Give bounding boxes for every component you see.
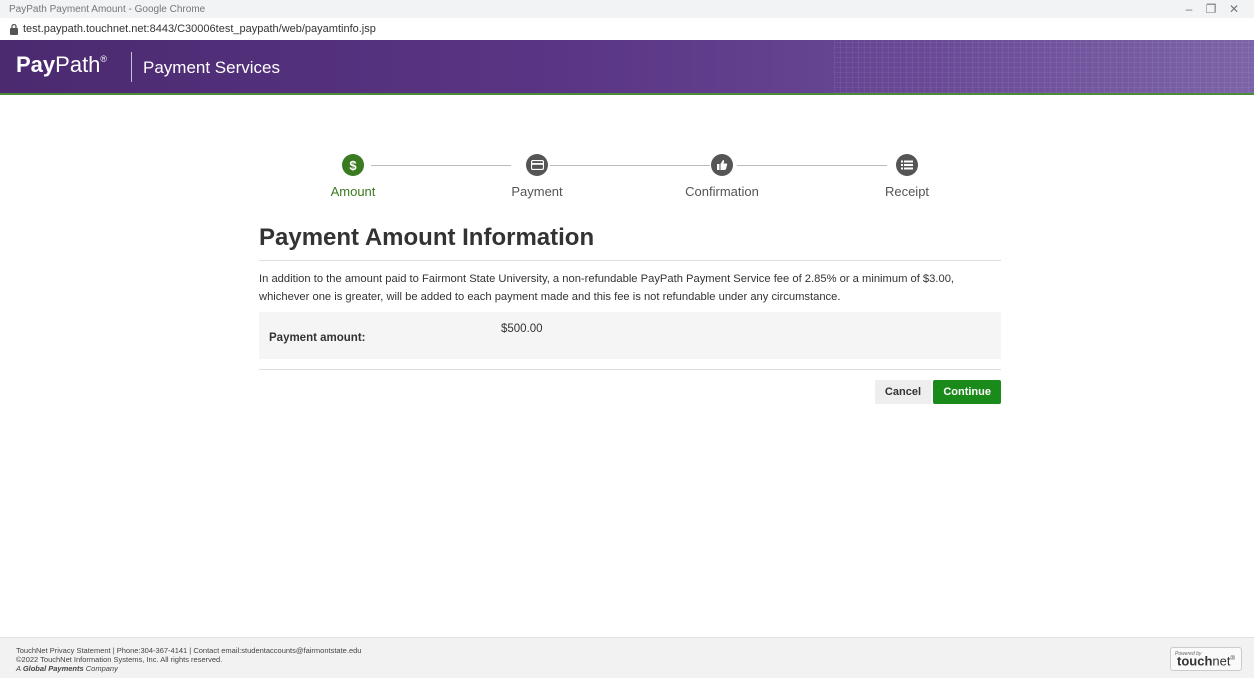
step-amount: $ Amount: [293, 154, 413, 199]
header-pattern: [834, 40, 1254, 93]
browser-titlebar: PayPath Payment Amount - Google Chrome –…: [0, 0, 1254, 18]
minimize-icon[interactable]: –: [1181, 2, 1197, 16]
step-confirmation: Confirmation: [662, 154, 782, 199]
logo-touchnet: touchnet®: [1177, 653, 1235, 669]
payment-amount-value: $500.00: [501, 323, 543, 335]
step-label: Receipt: [884, 184, 930, 199]
company-name: Global Payments: [22, 664, 84, 673]
step-receipt: Receipt: [847, 154, 967, 199]
footer-contact-line[interactable]: TouchNet Privacy Statement | Phone:304-3…: [16, 646, 361, 655]
footer-text: TouchNet Privacy Statement | Phone:304-3…: [16, 646, 361, 673]
touchnet-logo: Powered by touchnet®: [1170, 647, 1242, 671]
lock-icon: [10, 23, 18, 35]
payment-amount-label: Payment amount:: [269, 332, 366, 344]
main-content: Payment Amount Information In addition t…: [259, 224, 1001, 410]
step-label: Confirmation: [685, 184, 759, 199]
address-bar[interactable]: test.paypath.touchnet.net:8443/C30006tes…: [0, 18, 1254, 41]
url-text[interactable]: test.paypath.touchnet.net:8443/C30006tes…: [23, 23, 376, 35]
close-icon[interactable]: ✕: [1226, 2, 1242, 16]
service-title: Payment Services: [143, 58, 280, 77]
dollar-icon: $: [342, 154, 364, 176]
form-actions: Cancel Continue: [259, 370, 1001, 410]
logo-touch: touch: [1177, 653, 1213, 669]
progress-steps: $ Amount Payment Confirmation Receipt: [300, 154, 960, 204]
paypath-logo: PayPath®: [16, 52, 107, 78]
list-icon: [896, 154, 918, 176]
cancel-button[interactable]: Cancel: [874, 380, 931, 404]
thumbs-up-icon: [711, 154, 733, 176]
step-label: Amount: [330, 184, 376, 199]
logo-pay: Pay: [16, 52, 56, 77]
continue-button[interactable]: Continue: [933, 380, 1001, 404]
footer-copyright: ©2022 TouchNet Information Systems, Inc.…: [16, 655, 223, 664]
step-label: Payment: [511, 184, 563, 199]
site-header: PayPath® Payment Services: [0, 40, 1254, 95]
fee-notice: In addition to the amount paid to Fairmo…: [259, 273, 955, 303]
window-title: PayPath Payment Amount - Google Chrome: [9, 4, 206, 15]
payment-amount-panel: Payment amount: $500.00: [259, 312, 1001, 359]
logo-path: Path: [55, 52, 101, 77]
logo-mark: ®: [1230, 656, 1235, 662]
logo-registered-mark: ®: [100, 54, 108, 64]
page-title: Payment Amount Information: [259, 224, 1001, 261]
restore-icon[interactable]: ❐: [1203, 2, 1219, 16]
svg-text:$: $: [349, 158, 357, 172]
step-payment: Payment: [477, 154, 597, 199]
header-divider: [131, 52, 132, 82]
site-footer: TouchNet Privacy Statement | Phone:304-3…: [0, 637, 1254, 678]
company-suffix: Company: [83, 664, 118, 673]
footer-company: A Global Payments Company: [16, 664, 361, 673]
company-prefix: A: [16, 664, 23, 673]
logo-net: net: [1212, 653, 1231, 669]
credit-card-icon: [526, 154, 548, 176]
